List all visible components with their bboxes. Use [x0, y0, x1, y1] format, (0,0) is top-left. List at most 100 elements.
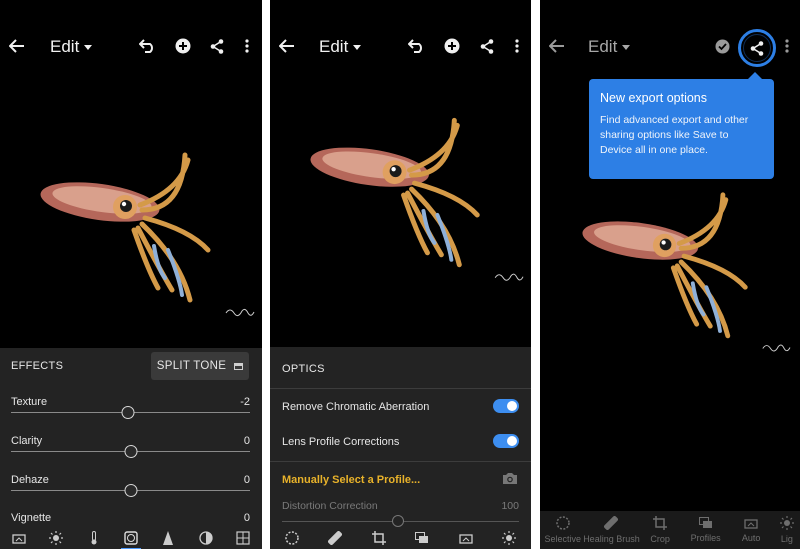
- more-options-icon[interactable]: [506, 35, 528, 57]
- slider-label: Clarity: [11, 435, 43, 447]
- add-icon[interactable]: [441, 35, 463, 57]
- profiles-icon[interactable]: [411, 528, 433, 548]
- tool-crop[interactable]: Crop: [637, 511, 682, 549]
- split-tone-button[interactable]: SPLIT TONE: [151, 352, 249, 380]
- tool-optics-icon[interactable]: [195, 528, 217, 548]
- tool-label: Auto: [741, 533, 761, 543]
- healing-brush-icon: [604, 516, 619, 530]
- chromatic-aberration-label: Remove Chromatic Aberration: [282, 401, 430, 413]
- tool-auto-icon[interactable]: [8, 528, 30, 548]
- slider-dehaze[interactable]: Dehaze 0: [11, 474, 250, 510]
- edit-title: Edit: [588, 37, 618, 56]
- add-icon[interactable]: [172, 35, 194, 57]
- tooltip-title: New export options: [600, 91, 708, 105]
- selective-icon: [555, 516, 570, 530]
- squid-photo: [310, 117, 524, 281]
- export-options-tooltip[interactable]: New export options Find advanced export …: [589, 79, 774, 179]
- tool-label: Profiles: [690, 533, 721, 543]
- slider-knob[interactable]: [124, 445, 137, 458]
- tool-bar: [0, 527, 262, 549]
- slider-label: Texture: [11, 396, 48, 408]
- more-options-icon[interactable]: [776, 35, 798, 57]
- tool-light[interactable]: Lig: [774, 511, 800, 549]
- tool-selective[interactable]: Selective: [540, 511, 585, 549]
- phone-screen-export-tip: Edit New export options Find advanced ex…: [540, 0, 800, 549]
- light-icon: [779, 516, 794, 530]
- lens-profile-toggle[interactable]: [493, 434, 519, 448]
- tooltip-pointer: [748, 72, 762, 79]
- share-icon[interactable]: [738, 29, 776, 67]
- slider-label: Vignette: [11, 512, 52, 524]
- slider-texture[interactable]: Texture -2: [11, 396, 250, 432]
- share-icon[interactable]: [476, 35, 498, 57]
- squid-photo: [582, 192, 791, 352]
- edit-mode-menu[interactable]: Edit: [50, 37, 93, 57]
- tool-profiles[interactable]: Profiles: [683, 511, 728, 549]
- distortion-slider-knob[interactable]: [392, 515, 404, 527]
- back-arrow-icon[interactable]: [6, 35, 28, 57]
- divider: [270, 461, 531, 462]
- slider-label: Dehaze: [11, 474, 49, 486]
- chevron-down-icon: [622, 44, 631, 50]
- tool-label: Crop: [650, 534, 670, 544]
- slider-value: 0: [243, 512, 250, 524]
- slider-value: -2: [240, 396, 250, 408]
- distortion-correction-row: Distortion Correction 100: [282, 500, 519, 512]
- undo-icon[interactable]: [137, 35, 159, 57]
- camera-icon[interactable]: [502, 472, 518, 490]
- crop-icon[interactable]: [368, 528, 390, 548]
- tool-light-icon[interactable]: [45, 528, 67, 548]
- more-options-icon[interactable]: [236, 35, 258, 57]
- tool-effects-icon[interactable]: [120, 528, 142, 549]
- top-bar: Edit: [0, 30, 262, 64]
- tool-label: Healing Brush: [583, 534, 640, 544]
- phone-screen-effects: Edit EFFECTS SPLIT TONE Texture -2 Clari…: [0, 0, 262, 549]
- healing-brush-icon[interactable]: [324, 528, 346, 548]
- squid-photo: [40, 152, 255, 317]
- chromatic-aberration-toggle[interactable]: [493, 399, 519, 413]
- done-check-icon[interactable]: [711, 35, 733, 57]
- edit-mode-menu[interactable]: Edit: [588, 37, 631, 57]
- tool-bar: [270, 527, 531, 549]
- tool-bar: Selective Healing Brush Crop Profiles Au…: [540, 511, 800, 549]
- chromatic-aberration-row[interactable]: Remove Chromatic Aberration: [282, 399, 519, 413]
- tool-detail-icon[interactable]: [157, 528, 179, 548]
- back-arrow-icon[interactable]: [276, 35, 298, 57]
- slider-value: 0: [243, 474, 250, 486]
- lens-profile-row[interactable]: Lens Profile Corrections: [282, 434, 519, 448]
- edit-mode-menu[interactable]: Edit: [319, 37, 362, 57]
- crop-icon: [653, 516, 668, 530]
- optics-title: OPTICS: [282, 363, 325, 375]
- tool-healing-brush[interactable]: Healing Brush: [583, 511, 640, 549]
- edit-title: Edit: [319, 37, 349, 56]
- distortion-label: Distortion Correction: [282, 500, 378, 512]
- slider-clarity[interactable]: Clarity 0: [11, 435, 250, 471]
- chevron-down-icon: [353, 44, 362, 50]
- auto-icon[interactable]: [455, 528, 477, 548]
- edit-title: Edit: [50, 37, 80, 56]
- light-icon[interactable]: [498, 528, 520, 548]
- auto-icon: [744, 519, 758, 529]
- chevron-down-icon: [84, 44, 93, 50]
- lens-profile-label: Lens Profile Corrections: [282, 436, 400, 448]
- slider-knob[interactable]: [121, 406, 135, 419]
- selective-icon[interactable]: [281, 528, 303, 548]
- distortion-value: 100: [501, 500, 519, 512]
- share-icon[interactable]: [206, 35, 228, 57]
- back-arrow-icon[interactable]: [546, 35, 568, 57]
- manual-profile-link[interactable]: Manually Select a Profile...: [282, 474, 420, 486]
- divider: [270, 388, 531, 389]
- tool-color-icon[interactable]: [83, 528, 105, 548]
- tool-geometry-icon[interactable]: [232, 528, 254, 548]
- effects-title: EFFECTS: [11, 360, 64, 372]
- slider-knob[interactable]: [124, 484, 137, 497]
- profiles-icon: [698, 517, 712, 528]
- split-tone-label: SPLIT TONE: [156, 360, 227, 372]
- undo-icon[interactable]: [406, 35, 428, 57]
- tooltip-body: Find advanced export and other sharing o…: [600, 114, 749, 156]
- tool-label: Selective: [544, 534, 581, 544]
- tool-auto[interactable]: Auto: [728, 511, 773, 549]
- top-bar: Edit: [270, 30, 531, 64]
- tool-label: Lig: [780, 534, 793, 544]
- phone-screen-optics: Edit OPTICS Remove Chromatic Aberration …: [270, 0, 531, 549]
